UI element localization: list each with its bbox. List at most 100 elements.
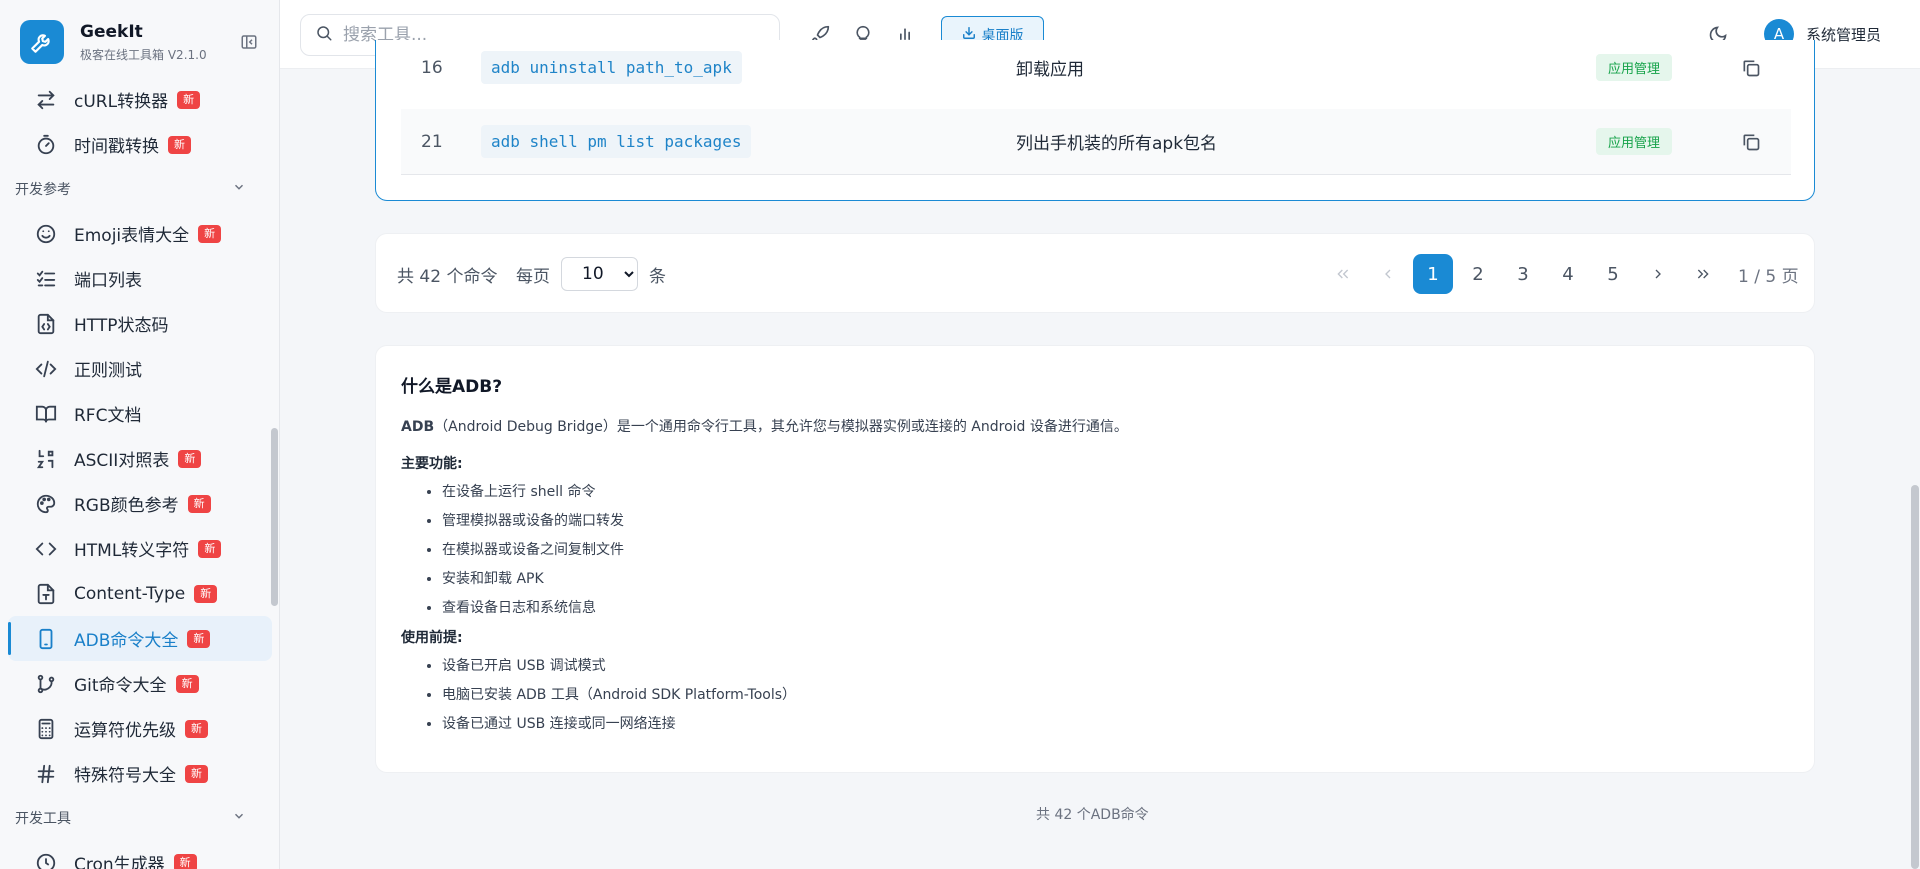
sidebar-item-label: 端口列表 [74, 271, 142, 291]
features-list: 在设备上运行 shell 命令 管理模拟器或设备的端口转发 在模拟器或设备之间复… [401, 482, 1789, 618]
sidebar-item-ports[interactable]: 端口列表 [8, 256, 272, 301]
wrench-icon [20, 20, 64, 64]
sidebar-item-label: Content-Type [74, 583, 186, 604]
sidebar-item-rfc[interactable]: RFC文档 [8, 391, 272, 436]
sidebar-group-dev-tools[interactable]: 开发工具 [0, 796, 272, 840]
sidebar-item-label: Emoji表情大全 [74, 226, 190, 246]
prereq-list: 设备已开启 USB 调试模式 电脑已安装 ADB 工具（Android SDK … [401, 656, 1789, 734]
footer-count: 共 42 个ADB命令 [1036, 807, 1149, 823]
sidebar-group-label: 开发参考 [15, 182, 71, 198]
sidebar-item-label: Cron生成器 [74, 855, 165, 869]
sidebar-item-symbols[interactable]: 特殊符号大全 新 [8, 751, 272, 796]
copy-icon[interactable] [1741, 132, 1761, 152]
table-row: 16 adb uninstall path_to_apk 卸载应用 应用管理 [401, 46, 1791, 89]
features-title: 主要功能: [401, 456, 463, 472]
sidebar-item-label: ADB命令大全 [74, 631, 179, 651]
sidebar-item-curl[interactable]: cURL转换器 新 [8, 77, 272, 122]
list-item: 安装和卸载 APK [442, 569, 1789, 589]
per-page-unit: 条 [649, 267, 666, 287]
page-button-2[interactable]: 2 [1458, 254, 1498, 294]
sidebar-item-http-status[interactable]: HTTP状态码 [8, 301, 272, 346]
row-number: 16 [421, 57, 443, 78]
sidebar-list: cURL转换器 新 时间戳转换 新 开发参考 Emoji表情大全 新 端口列表 … [0, 77, 272, 869]
sidebar-item-label: HTTP状态码 [74, 316, 169, 336]
sidebar-item-content-type[interactable]: Content-Type 新 [8, 571, 272, 616]
new-badge: 新 [173, 853, 197, 869]
ascii-icon [34, 447, 58, 471]
brand-subtitle-text: 极客在线工具箱 [80, 47, 165, 62]
sidebar-item-git[interactable]: Git命令大全 新 [8, 661, 272, 706]
chevron-down-icon [232, 180, 246, 198]
last-page-button[interactable] [1683, 254, 1723, 294]
new-badge: 新 [198, 224, 222, 243]
sidebar-scrollbar[interactable] [271, 428, 278, 606]
sidebar-item-cron[interactable]: Cron生成器 新 [8, 840, 272, 869]
new-badge: 新 [185, 764, 208, 783]
new-badge: 新 [185, 719, 208, 738]
info-title: 什么是ADB? [401, 377, 503, 397]
sidebar-item-rgb[interactable]: RGB颜色参考 新 [8, 481, 272, 526]
new-badge: 新 [187, 494, 211, 513]
first-page-button[interactable] [1323, 254, 1363, 294]
timer-icon [34, 133, 58, 157]
command-description: 卸载应用 [1016, 60, 1084, 80]
command-description: 列出手机装的所有apk包名 [1016, 134, 1218, 154]
list-item: 在模拟器或设备之间复制文件 [442, 540, 1789, 560]
table-row: 21 adb shell pm list packages 列出手机装的所有ap… [401, 109, 1791, 175]
calculator-icon [34, 717, 58, 741]
sidebar-group-dev-ref[interactable]: 开发参考 [0, 167, 272, 211]
per-page-label: 每页 [516, 267, 550, 287]
sidebar-item-label: 时间戳转换 [74, 137, 159, 157]
new-badge: 新 [194, 584, 218, 603]
page-button-1[interactable]: 1 [1413, 254, 1453, 294]
user-name: 系统管理员 [1806, 25, 1882, 44]
category-tag: 应用管理 [1596, 54, 1673, 81]
sidebar-item-label: cURL转换器 [74, 92, 169, 112]
sidebar-collapse-icon[interactable] [239, 32, 259, 52]
sidebar-item-html-escape[interactable]: HTML转义字符 新 [8, 526, 272, 571]
copy-icon[interactable] [1741, 58, 1761, 78]
new-badge: 新 [177, 90, 201, 109]
file-code-icon [34, 312, 58, 336]
page-button-5[interactable]: 5 [1593, 254, 1633, 294]
command-code: adb shell pm list packages [481, 125, 752, 158]
prev-page-button[interactable] [1368, 254, 1408, 294]
brand: GeekIt 极客在线工具箱 V2.1.0 [0, 0, 279, 84]
sidebar-item-timestamp[interactable]: 时间戳转换 新 [8, 122, 272, 167]
sidebar-item-label: 运算符优先级 [74, 721, 176, 741]
main-scrollbar[interactable] [1911, 485, 1919, 869]
page-button-4[interactable]: 4 [1548, 254, 1588, 294]
sidebar-item-label: HTML转义字符 [74, 541, 190, 561]
angle-brackets-icon [34, 537, 58, 561]
info-intro-strong: ADB [401, 419, 435, 435]
sidebar-item-emoji[interactable]: Emoji表情大全 新 [8, 211, 272, 256]
page-button-3[interactable]: 3 [1503, 254, 1543, 294]
search-icon [315, 24, 333, 46]
book-icon [34, 402, 58, 426]
sidebar-group-label: 开发工具 [15, 811, 71, 827]
brand-name: GeekIt [80, 21, 143, 42]
sidebar-item-label: Git命令大全 [74, 676, 167, 696]
command-code: adb uninstall path_to_apk [481, 51, 742, 84]
prereq-title: 使用前提: [401, 630, 463, 646]
sidebar-item-label: 特殊符号大全 [74, 766, 176, 786]
new-badge: 新 [175, 674, 199, 693]
list-check-icon [34, 267, 58, 291]
palette-icon [34, 492, 58, 516]
sidebar-item-ascii[interactable]: ASCII对照表 新 [8, 436, 272, 481]
next-page-button[interactable] [1638, 254, 1678, 294]
sidebar-item-operators[interactable]: 运算符优先级 新 [8, 706, 272, 751]
list-item: 查看设备日志和系统信息 [442, 598, 1789, 618]
sidebar-item-label: RFC文档 [74, 406, 142, 426]
sidebar-item-adb[interactable]: ADB命令大全 新 [8, 616, 272, 661]
sidebar-item-label: ASCII对照表 [74, 451, 170, 471]
brand-version: V2.1.0 [167, 47, 207, 62]
new-badge: 新 [198, 539, 222, 558]
adb-info-card: 什么是ADB? ADB（Android Debug Bridge）是一个通用命令… [375, 345, 1815, 773]
total-count: 共 42 个命令 [397, 267, 498, 287]
per-page-select[interactable]: 10 [561, 257, 638, 291]
category-tag: 应用管理 [1596, 128, 1673, 155]
clock-icon [34, 851, 58, 869]
chevron-down-icon [232, 809, 246, 827]
sidebar-item-regex[interactable]: 正则测试 [8, 346, 272, 391]
